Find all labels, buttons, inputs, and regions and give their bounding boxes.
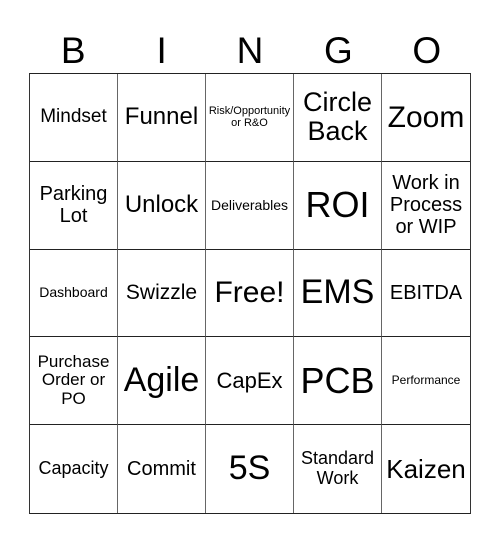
bingo-cell[interactable]: Commit	[118, 425, 206, 513]
bingo-cell[interactable]: EBITDA	[382, 250, 470, 338]
bingo-cell[interactable]: Deliverables	[206, 161, 294, 250]
bingo-cell[interactable]: Circle Back	[294, 74, 382, 162]
header-letter-o: O	[412, 30, 442, 71]
bingo-cell[interactable]: Purchase Order or PO	[30, 337, 118, 426]
bingo-cell[interactable]: EMS	[294, 249, 382, 338]
bingo-cell[interactable]: ROI	[294, 161, 382, 250]
bingo-cell[interactable]: Swizzle	[118, 249, 206, 338]
bingo-cell[interactable]: Agile	[118, 337, 206, 426]
free-space-cell[interactable]: Free!	[206, 249, 294, 338]
bingo-cell[interactable]: CapEx	[206, 337, 294, 426]
bingo-cell[interactable]: Parking Lot	[30, 161, 118, 250]
bingo-board: Mindset Funnel Risk/Opportunity or R&O C…	[29, 73, 471, 514]
bingo-cell[interactable]: Dashboard	[30, 249, 118, 338]
bingo-cell[interactable]: 5S	[206, 425, 294, 513]
bingo-cell[interactable]: Funnel	[118, 74, 206, 162]
bingo-cell[interactable]: Kaizen	[382, 425, 470, 513]
header-letter-i: I	[156, 30, 167, 71]
bingo-cell[interactable]: Risk/Opportunity or R&O	[206, 74, 294, 162]
header-letter-g: G	[323, 30, 353, 71]
bingo-cell[interactable]: Mindset	[30, 74, 118, 162]
bingo-cell[interactable]: Capacity	[30, 425, 118, 513]
bingo-cell[interactable]: Work in Process or WIP	[382, 162, 470, 250]
bingo-cell[interactable]: Zoom	[382, 74, 470, 162]
bingo-cell[interactable]: PCB	[294, 337, 382, 426]
bingo-cell[interactable]: Unlock	[118, 161, 206, 250]
bingo-header: B I N G O	[29, 28, 471, 73]
bingo-cell[interactable]: Performance	[382, 337, 470, 426]
header-letter-b: B	[60, 30, 86, 71]
bingo-cell[interactable]: Standard Work	[294, 425, 382, 513]
header-letter-n: N	[236, 30, 264, 71]
